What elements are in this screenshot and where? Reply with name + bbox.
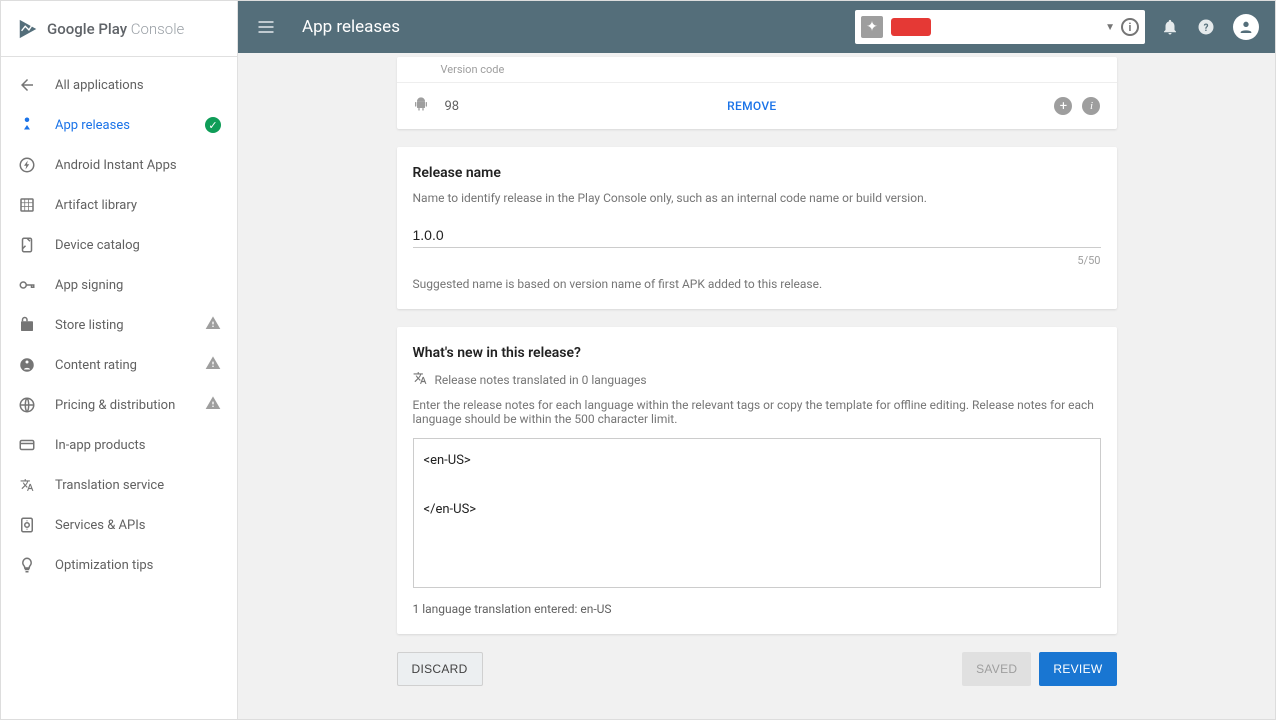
warning-icon	[205, 355, 221, 375]
play-console-logo-icon	[17, 18, 39, 40]
footer-link[interactable]: Help	[680, 718, 703, 719]
sidebar-label: All applications	[55, 78, 144, 93]
sidebar-label: Translation service	[55, 478, 164, 493]
sidebar-label: Optimization tips	[55, 558, 153, 573]
sidebar-item-library[interactable]: Artifact library	[1, 185, 237, 225]
release-notes-textarea[interactable]	[413, 438, 1101, 588]
remove-apk-button[interactable]: REMOVE	[727, 99, 776, 113]
footer-link[interactable]: Site Terms	[710, 718, 762, 719]
svg-text:?: ?	[1204, 23, 1209, 34]
sidebar-item-rating[interactable]: Content rating	[1, 345, 237, 385]
dropdown-caret-icon[interactable]: ▼	[1105, 22, 1115, 33]
main: App releases ✦ ▼ i ?	[238, 1, 1275, 719]
sidebar-label: In-app products	[55, 438, 145, 453]
version-code-header: Version code	[397, 57, 1117, 82]
footer-link[interactable]: Developer Distribution Agreement	[815, 718, 979, 719]
topbar: App releases ✦ ▼ i ?	[238, 1, 1275, 53]
app-thumb-icon: ✦	[861, 16, 883, 38]
sidebar-item-globe[interactable]: Pricing & distribution	[1, 385, 237, 425]
sidebar-label: App signing	[55, 278, 123, 293]
brand-text: Google Play Console	[47, 20, 184, 38]
android-icon	[413, 95, 429, 117]
translation-count: Release notes translated in 0 languages	[435, 373, 647, 387]
apk-info-icon[interactable]: i	[1082, 97, 1100, 115]
release-name-counter: 5/50	[413, 254, 1101, 267]
app-name-redacted	[891, 18, 931, 36]
sidebar-item-services[interactable]: Services & APIs	[1, 505, 237, 545]
nav: All applications App releases ✓ Android Ins…	[1, 57, 237, 593]
store-icon	[17, 315, 37, 335]
warning-icon	[205, 395, 221, 415]
sidebar-label: Android Instant Apps	[55, 158, 177, 173]
library-icon	[17, 195, 37, 215]
rating-icon	[17, 355, 37, 375]
info-icon[interactable]: i	[1121, 18, 1139, 36]
device-icon	[17, 235, 37, 255]
services-icon	[17, 515, 37, 535]
whats-new-title: What's new in this release?	[413, 345, 1101, 361]
content: Version code 98 REMOVE + i Release name	[238, 53, 1275, 719]
footer: © 2018 Google · Mobile App · Help · Site…	[397, 706, 1117, 719]
check-icon: ✓	[205, 117, 221, 133]
version-code-value: 98	[445, 99, 460, 114]
sidebar-item-device[interactable]: Device catalog	[1, 225, 237, 265]
sidebar-item-app-releases[interactable]: App releases ✓	[1, 105, 237, 145]
sidebar-item-card[interactable]: In-app products	[1, 425, 237, 465]
sidebar-label: App releases	[55, 118, 130, 133]
apk-row: 98 REMOVE + i	[397, 82, 1117, 129]
sidebar-label: Store listing	[55, 318, 124, 333]
page-title: App releases	[302, 17, 400, 37]
whats-new-card: What's new in this release? Release note…	[397, 327, 1117, 634]
expand-apk-icon[interactable]: +	[1054, 97, 1072, 115]
account-avatar-icon[interactable]	[1233, 14, 1259, 40]
sidebar-item-bulb[interactable]: Optimization tips	[1, 545, 237, 585]
app-selector[interactable]: ✦ ▼ i	[855, 10, 1145, 44]
release-name-help: Name to identify release in the Play Con…	[413, 191, 1101, 205]
sidebar-item-arrow-back[interactable]: All applications	[1, 65, 237, 105]
sidebar-label: Content rating	[55, 358, 137, 373]
sidebar-item-translate[interactable]: Translation service	[1, 465, 237, 505]
discard-button[interactable]: DISCARD	[397, 652, 483, 686]
release-name-title: Release name	[413, 165, 1101, 181]
sidebar-item-instant[interactable]: Android Instant Apps	[1, 145, 237, 185]
brand[interactable]: Google Play Console	[1, 1, 237, 57]
release-name-card: Release name Name to identify release in…	[397, 147, 1117, 309]
footer-copyright: © 2018 Google	[534, 718, 608, 719]
release-name-suggest: Suggested name is based on version name …	[413, 277, 1101, 291]
sidebar-label: Device catalog	[55, 238, 140, 253]
apk-card: Version code 98 REMOVE + i	[397, 57, 1117, 129]
instant-icon	[17, 155, 37, 175]
warning-icon	[205, 315, 221, 335]
arrow-back-icon	[17, 75, 37, 95]
release-name-input[interactable]	[413, 223, 1101, 248]
card-icon	[17, 435, 37, 455]
hamburger-icon[interactable]	[254, 15, 278, 39]
globe-icon	[17, 395, 37, 415]
action-bar: DISCARD SAVED REVIEW	[397, 652, 1117, 686]
whats-new-help: Enter the release notes for each languag…	[413, 398, 1101, 426]
translate-icon	[17, 475, 37, 495]
footer-link[interactable]: Mobile App	[616, 718, 672, 719]
key-icon	[17, 275, 37, 295]
sidebar-label: Services & APIs	[55, 518, 145, 533]
translation-result: 1 language translation entered: en-US	[413, 602, 1101, 616]
app-releases-icon	[17, 115, 37, 135]
translate-icon	[413, 371, 427, 388]
review-button[interactable]: REVIEW	[1039, 652, 1116, 686]
sidebar-item-key[interactable]: App signing	[1, 265, 237, 305]
sidebar: Google Play Console All applications App …	[1, 1, 238, 719]
bell-icon[interactable]	[1161, 18, 1179, 36]
sidebar-label: Pricing & distribution	[55, 398, 175, 413]
sidebar-label: Artifact library	[55, 198, 137, 213]
footer-link[interactable]: Privacy	[771, 718, 807, 719]
sidebar-item-store[interactable]: Store listing	[1, 305, 237, 345]
help-icon[interactable]: ?	[1197, 18, 1215, 36]
saved-button: SAVED	[962, 652, 1031, 686]
bulb-icon	[17, 555, 37, 575]
